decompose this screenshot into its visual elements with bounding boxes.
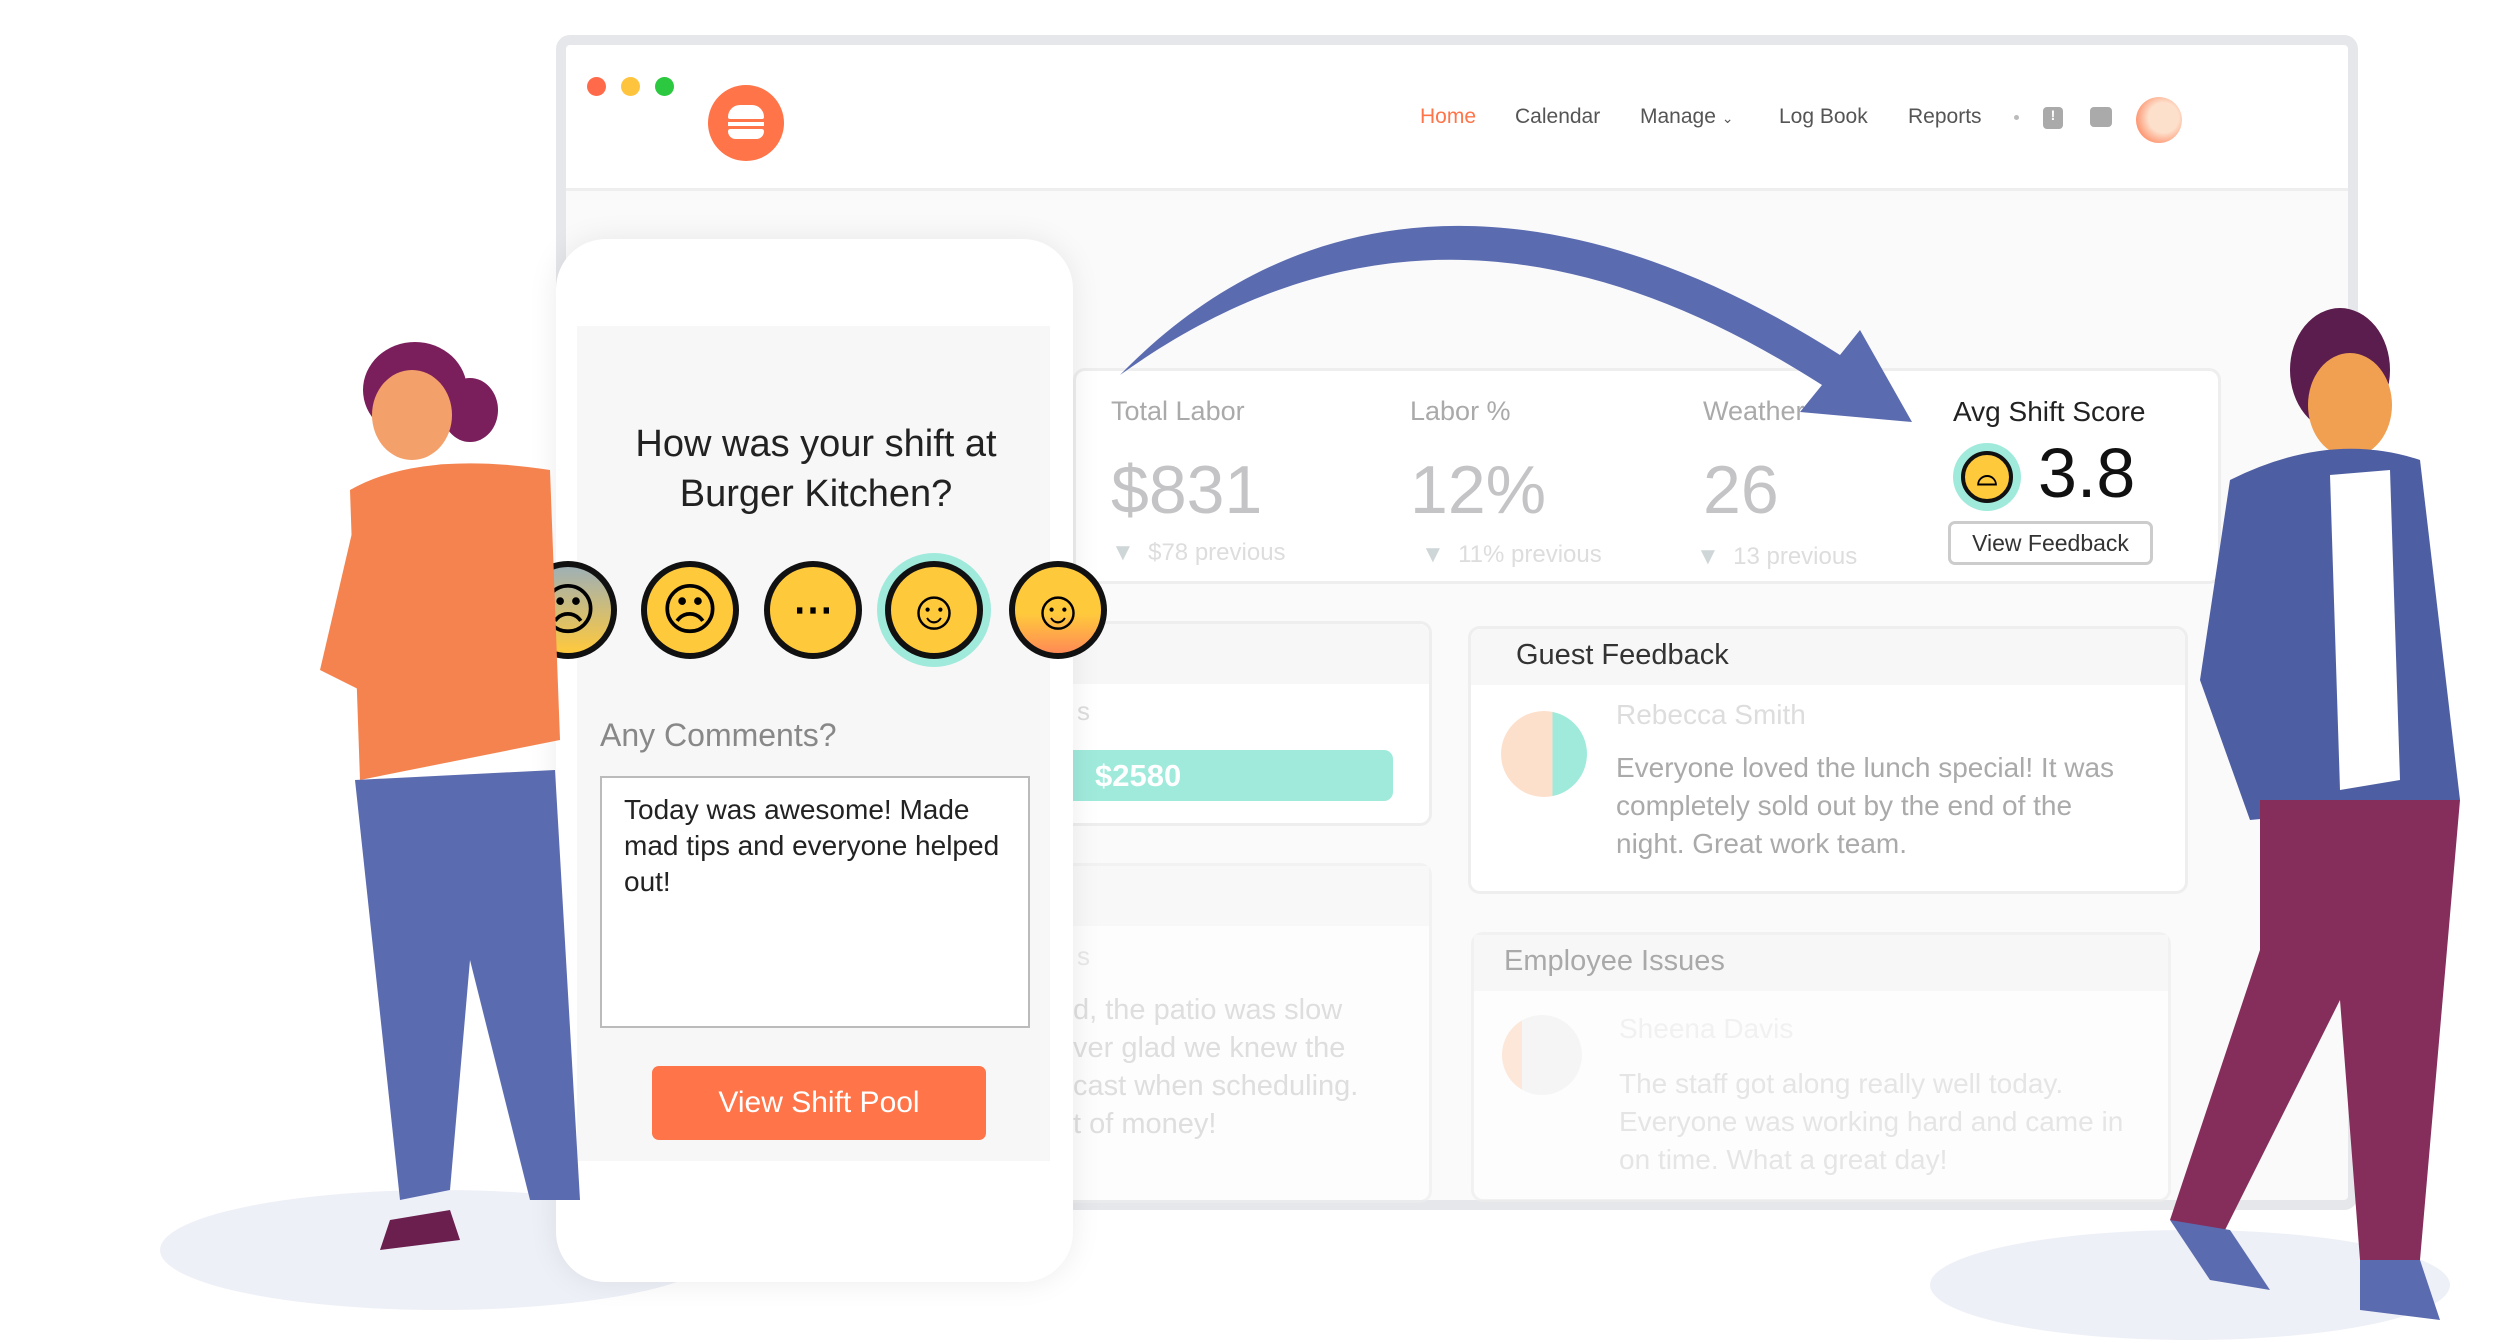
nav-home[interactable]: Home [1420, 105, 1476, 129]
down-triangle-icon: ▼ [1696, 543, 1720, 570]
survey-question: How was your shift at Burger Kitchen? [635, 423, 997, 515]
employee-avatar [1502, 1015, 1582, 1095]
labor-pct-value: 12% [1410, 452, 1547, 528]
note-line: d, the patio was slow [1073, 994, 1343, 1026]
guest-feedback-title: Guest Feedback [1516, 639, 1729, 671]
feedback-text: Everyone loved the lunch special! It was… [1616, 752, 2115, 859]
note-line: cast when scheduling. [1073, 1070, 1359, 1102]
nav-manage[interactable]: Manage ⌄ [1640, 105, 1733, 129]
note-line: ver glad we knew the [1073, 1032, 1346, 1064]
reviewer-avatar [1501, 711, 1587, 797]
smiley-icon: ⌓ [1953, 443, 2021, 511]
rating-grinning-icon[interactable]: ☺ [1009, 561, 1107, 659]
sales-value: $2580 [1095, 758, 1182, 793]
nav-log-book[interactable]: Log Book [1779, 105, 1868, 129]
labor-pct-previous: ▼ 11% previous [1421, 541, 1602, 568]
phone-mockup: How was your shift at Burger Kitchen? An… [556, 239, 1073, 1282]
maximize-window-dot[interactable] [655, 77, 674, 96]
rating-happy-icon[interactable]: ☺ [885, 561, 983, 659]
guest-feedback-card: Guest Feedback Rebecca Smith Everyone lo… [1468, 626, 2188, 894]
employee-issues-card: Employee Issues Sheena Davis The staff g… [1471, 932, 2171, 1202]
notes-card: s d, the patio was slow ver glad we knew… [1040, 863, 1432, 1203]
sales-progress-bar: $2580 [1043, 750, 1393, 801]
employee-issue-text: The staff got along really well today. E… [1619, 1068, 2124, 1175]
minimize-window-dot[interactable] [621, 77, 640, 96]
down-triangle-icon: ▼ [1421, 541, 1445, 568]
user-avatar[interactable] [2136, 97, 2182, 143]
weather-previous: ▼ 13 previous [1696, 543, 1858, 570]
weather-value: 26 [1703, 452, 1779, 528]
comment-textarea[interactable]: Today was awesome! Made mad tips and eve… [600, 776, 1030, 1028]
woman-illustration [320, 342, 580, 1250]
nav-manage-label: Manage [1640, 105, 1716, 128]
separator-dot [2014, 115, 2019, 120]
view-feedback-button[interactable]: View Feedback [1948, 521, 2153, 565]
app-header: Home Calendar Manage ⌄ Log Book Reports … [566, 45, 2348, 191]
comments-label: Any Comments? [600, 717, 837, 753]
curved-arrow-icon [1120, 225, 1912, 422]
nav-reports[interactable]: Reports [1908, 105, 1982, 129]
total-labor-value: $831 [1111, 452, 1263, 528]
alert-icon[interactable]: ! [2043, 107, 2063, 129]
rating-neutral-icon[interactable]: ⋯ [764, 561, 862, 659]
sales-card: s $2580 [1040, 621, 1432, 826]
avg-shift-score-value: 3.8 [2038, 434, 2136, 512]
down-triangle-icon: ▼ [1111, 539, 1135, 566]
notes-label: s [1077, 941, 1090, 971]
burger-logo-icon[interactable] [708, 85, 784, 161]
close-window-dot[interactable] [587, 77, 606, 96]
note-line: t of money! [1073, 1108, 1217, 1140]
view-shift-pool-button[interactable]: View Shift Pool [652, 1066, 986, 1140]
man-illustration [2170, 308, 2460, 1320]
chat-icon[interactable] [2090, 107, 2112, 127]
chevron-down-icon: ⌄ [1721, 110, 1734, 126]
avg-shift-score-label: Avg Shift Score [1953, 396, 2146, 427]
nav-calendar[interactable]: Calendar [1515, 105, 1600, 129]
total-labor-previous: ▼ $78 previous [1111, 539, 1286, 566]
employee-name: Sheena Davis [1619, 1013, 1794, 1044]
rating-sad-icon[interactable]: ☹ [641, 561, 739, 659]
employee-issues-title: Employee Issues [1504, 945, 1725, 977]
sales-label: s [1077, 696, 1090, 726]
reviewer-name: Rebecca Smith [1616, 699, 1806, 730]
